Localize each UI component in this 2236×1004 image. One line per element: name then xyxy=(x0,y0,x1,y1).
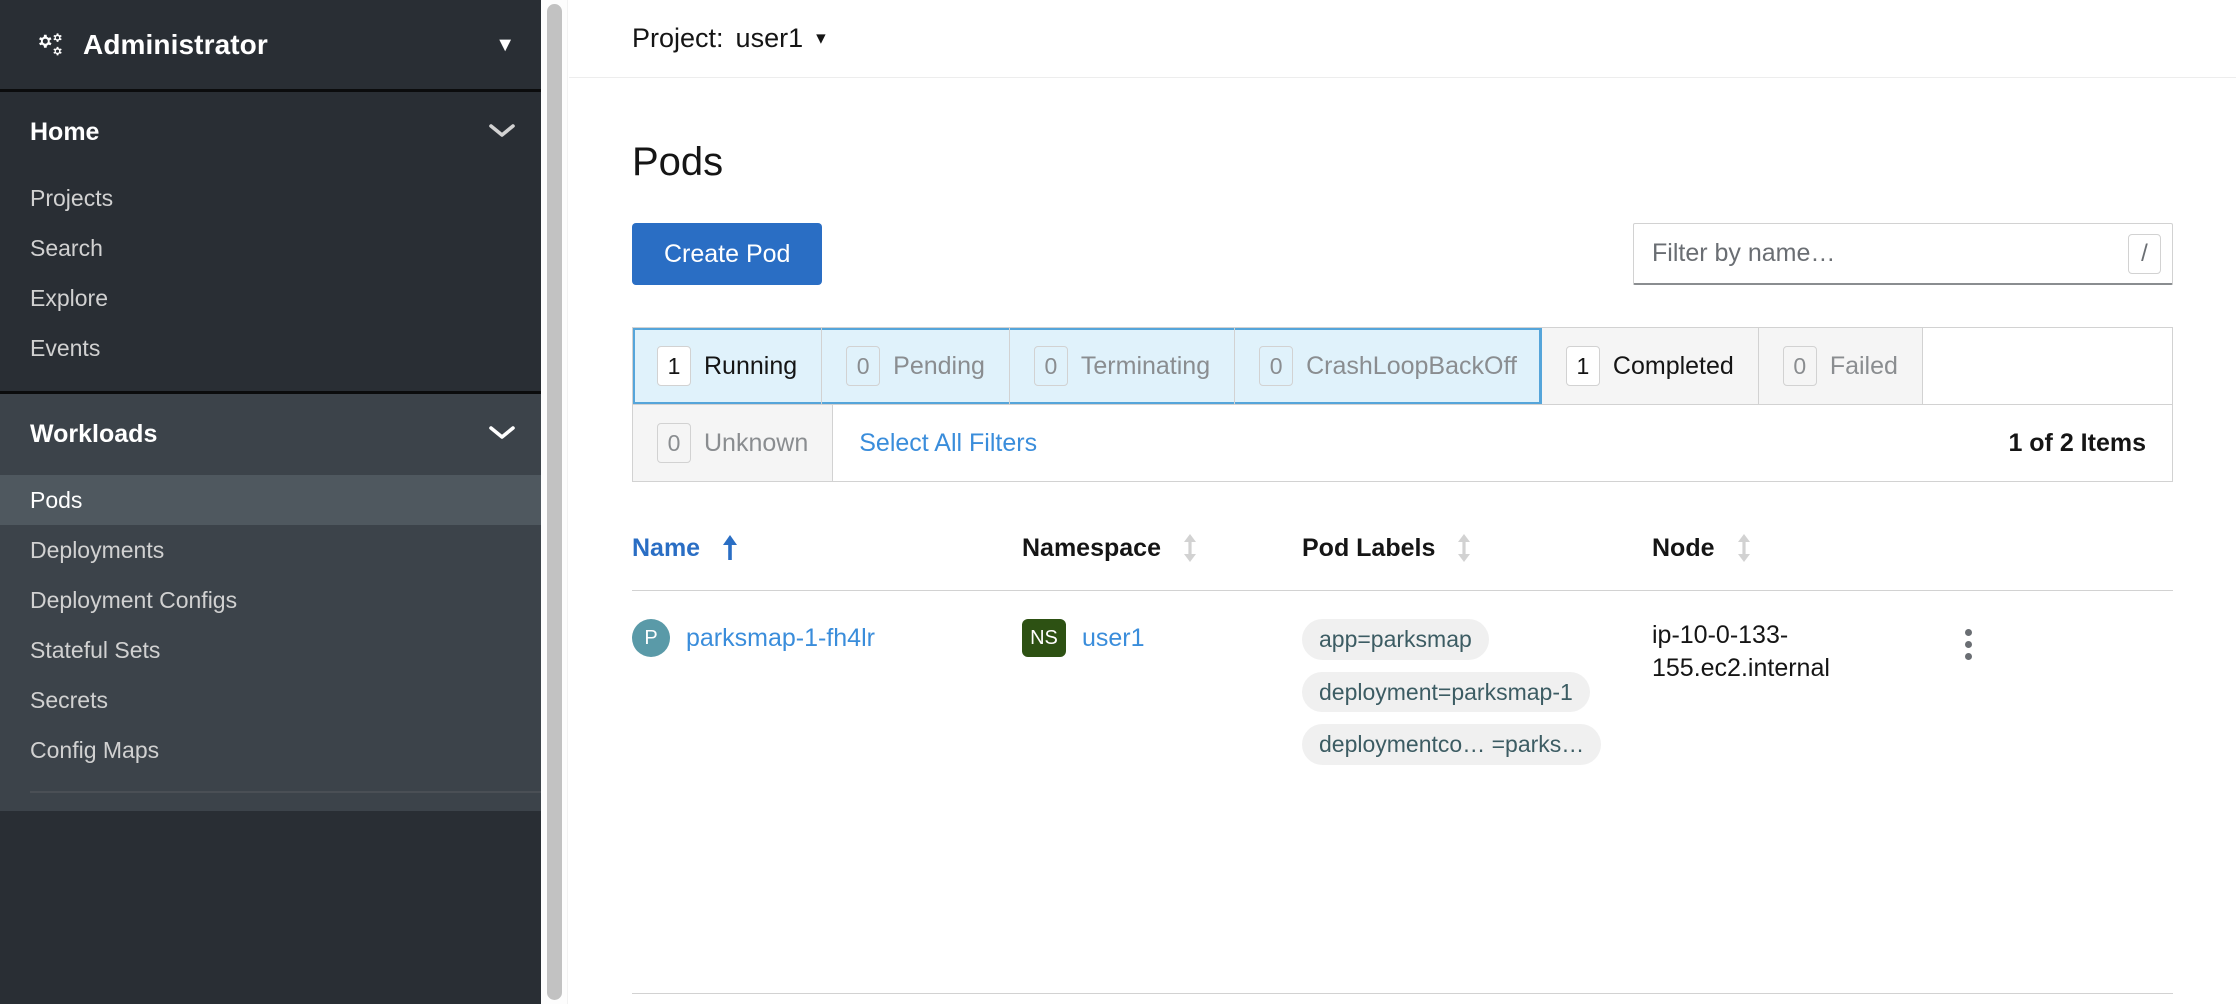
sort-none-icon[interactable] xyxy=(1735,532,1753,564)
column-header-label: Node xyxy=(1652,533,1715,562)
sidebar-scrollbar[interactable] xyxy=(541,0,568,1004)
kebab-menu-icon[interactable] xyxy=(1955,623,1982,666)
status-count: 0 xyxy=(1782,346,1817,387)
pods-table: Name Namespace Pod Labels Node P parksma… xyxy=(632,532,2173,765)
table-header-row: Name Namespace Pod Labels Node xyxy=(632,532,2173,592)
keyboard-shortcut-badge: / xyxy=(2128,234,2161,275)
console-app: Administrator ▼ Home Projects Search Exp… xyxy=(0,0,2236,1004)
column-header-namespace[interactable]: Namespace xyxy=(1022,532,1302,564)
sidebar-navigation: Administrator ▼ Home Projects Search Exp… xyxy=(0,0,541,1004)
sidebar-item-search[interactable]: Search xyxy=(0,223,541,273)
sort-none-icon[interactable] xyxy=(1455,532,1473,564)
status-count: 1 xyxy=(1565,346,1600,387)
status-label: Running xyxy=(704,351,798,380)
project-selector-bar: Project: user1 ▾ xyxy=(569,0,2236,78)
pod-label-chip[interactable]: deploymentco… =parks… xyxy=(1302,724,1602,765)
status-filter-row-2: 0 Unknown Select All Filters 1 of 2 Item… xyxy=(633,405,2172,482)
caret-down-icon[interactable]: ▾ xyxy=(816,29,826,48)
status-count: 0 xyxy=(1259,346,1294,387)
nav-group-title: Home xyxy=(30,118,100,146)
sidebar-item-deployments[interactable]: Deployments xyxy=(0,525,541,575)
sort-ascending-icon[interactable] xyxy=(720,533,740,563)
sidebar-item-explore[interactable]: Explore xyxy=(0,273,541,323)
nav-group-header-home[interactable]: Home xyxy=(0,92,541,173)
main-content: Project: user1 ▾ Pods Create Pod / 1 Run… xyxy=(569,0,2236,1004)
column-header-label: Name xyxy=(632,533,701,562)
status-filter-unknown[interactable]: 0 Unknown xyxy=(633,405,834,482)
sidebar-item-projects[interactable]: Projects xyxy=(0,173,541,223)
filter-by-name-wrapper: / xyxy=(1633,223,2173,286)
sidebar-divider xyxy=(30,791,541,793)
project-name[interactable]: user1 xyxy=(736,23,804,54)
sidebar-item-stateful-sets[interactable]: Stateful Sets xyxy=(0,625,541,675)
status-label: Failed xyxy=(1829,351,1898,380)
pod-resource-icon: P xyxy=(632,619,670,658)
list-toolbar: Create Pod / xyxy=(632,223,2173,286)
create-pod-button[interactable]: Create Pod xyxy=(632,223,823,286)
nav-items-workloads: Pods Deployments Deployment Configs Stat… xyxy=(0,475,541,811)
sidebar-item-secrets[interactable]: Secrets xyxy=(0,675,541,725)
status-label: Pending xyxy=(893,351,985,380)
status-count: 1 xyxy=(657,346,691,387)
column-header-name[interactable]: Name xyxy=(632,533,1022,563)
cell-name: P parksmap-1-fh4lr xyxy=(632,619,1022,658)
perspective-switcher[interactable]: Administrator ▼ xyxy=(0,0,541,92)
namespace-link[interactable]: user1 xyxy=(1082,624,1145,653)
status-label: CrashLoopBackOff xyxy=(1306,351,1517,380)
status-count: 0 xyxy=(657,423,691,464)
sidebar-item-deployment-configs[interactable]: Deployment Configs xyxy=(0,575,541,625)
sidebar-item-events[interactable]: Events xyxy=(0,323,541,373)
status-filter-group: 1 Running 0 Pending 0 Terminating 0 Cras… xyxy=(632,327,2173,483)
nav-group-title: Workloads xyxy=(30,420,158,448)
status-filter-completed[interactable]: 1 Completed xyxy=(1541,328,1759,405)
cell-actions xyxy=(1912,619,1982,666)
pod-label-chip[interactable]: app=parksmap xyxy=(1302,619,1489,660)
nav-section-workloads: Workloads Pods Deployments Deployment Co… xyxy=(0,391,541,811)
chevron-down-icon[interactable] xyxy=(489,123,515,143)
pod-name-link[interactable]: parksmap-1-fh4lr xyxy=(686,624,875,653)
content-area: Pods Create Pod / 1 Running 0 Pen xyxy=(569,140,2236,765)
chevron-down-icon[interactable] xyxy=(489,425,515,445)
sidebar-scrollbar-thumb[interactable] xyxy=(547,4,562,1000)
page-title: Pods xyxy=(632,140,724,184)
cell-pod-labels: app=parksmap deployment=parksmap-1 deplo… xyxy=(1302,619,1652,765)
table-row: P parksmap-1-fh4lr NS user1 app=parksmap… xyxy=(632,591,2173,765)
status-count: 0 xyxy=(846,346,881,387)
cell-namespace: NS user1 xyxy=(1022,619,1302,658)
column-header-label: Namespace xyxy=(1022,533,1161,562)
status-filter-actions: Select All Filters 1 of 2 Items xyxy=(833,405,2172,482)
namespace-resource-icon: NS xyxy=(1022,619,1066,658)
perspective-label: Administrator xyxy=(83,28,268,60)
nav-items-home: Projects Search Explore Events xyxy=(0,173,541,391)
caret-down-icon[interactable]: ▼ xyxy=(495,35,515,55)
status-filter-crashloopbackoff[interactable]: 0 CrashLoopBackOff xyxy=(1235,328,1542,405)
project-label: Project: xyxy=(632,23,724,53)
status-label: Unknown xyxy=(704,428,809,457)
nav-group-header-workloads[interactable]: Workloads xyxy=(0,394,541,475)
status-filter-row-1: 1 Running 0 Pending 0 Terminating 0 Cras… xyxy=(633,328,2172,406)
column-header-label: Pod Labels xyxy=(1302,533,1436,562)
status-count: 0 xyxy=(1033,346,1068,387)
pod-label-chip[interactable]: deployment=parksmap-1 xyxy=(1302,671,1590,713)
column-header-node[interactable]: Node xyxy=(1652,532,2173,564)
column-header-pod-labels[interactable]: Pod Labels xyxy=(1302,532,1652,564)
status-label: Terminating xyxy=(1080,351,1211,380)
status-filter-row1-spacer xyxy=(1922,328,2172,405)
sidebar-item-config-maps[interactable]: Config Maps xyxy=(0,725,541,775)
select-all-filters-link[interactable]: Select All Filters xyxy=(859,429,1037,458)
nav-section-home: Home Projects Search Explore Events xyxy=(0,92,541,391)
sidebar-item-pods[interactable]: Pods xyxy=(0,475,541,525)
sort-none-icon[interactable] xyxy=(1181,532,1199,564)
item-count-label: 1 of 2 Items xyxy=(2008,428,2146,457)
table-bottom-divider xyxy=(632,993,2173,994)
cell-node: ip-10-0-133-155.ec2.internal xyxy=(1652,621,1830,683)
status-filter-pending[interactable]: 0 Pending xyxy=(822,328,1010,405)
status-filter-running[interactable]: 1 Running xyxy=(633,328,823,405)
cogs-icon xyxy=(36,31,70,59)
status-filter-terminating[interactable]: 0 Terminating xyxy=(1009,328,1236,405)
status-filter-failed[interactable]: 0 Failed xyxy=(1758,328,1923,405)
filter-by-name-input[interactable] xyxy=(1633,223,2173,286)
status-label: Completed xyxy=(1612,351,1734,380)
